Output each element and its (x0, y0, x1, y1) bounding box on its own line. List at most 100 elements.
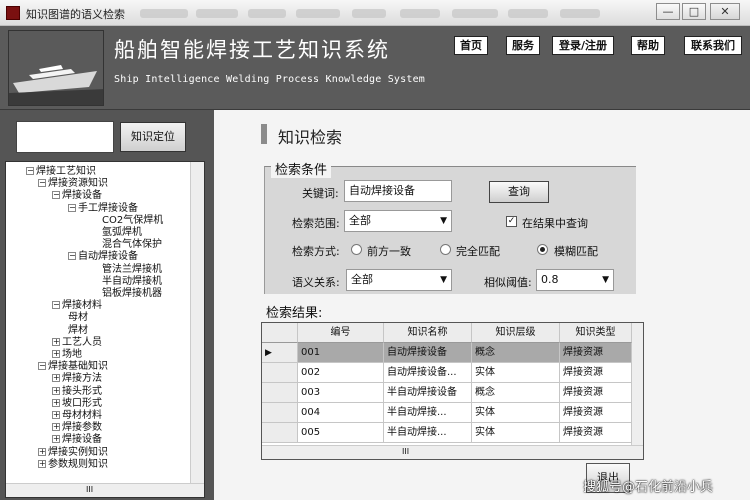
mode-radio-fuzzy[interactable] (537, 244, 548, 255)
minimize-button[interactable]: — (656, 3, 680, 20)
keyword-input[interactable]: 自动焊接设备 (344, 180, 452, 202)
table-cell[interactable]: 003 (298, 383, 384, 403)
nav-services[interactable]: 服务 (506, 36, 540, 55)
knowledge-tree[interactable]: III − 焊接工艺知识 − 焊接资源知识 − 焊接设备 − 手工焊接设备 CO2气保焊机 氩弧焊… (5, 161, 205, 498)
expand-icon[interactable]: + (38, 459, 46, 468)
in-results-checkbox[interactable]: ✓ (506, 216, 517, 227)
table-cell[interactable]: 半自动焊接... (384, 403, 472, 423)
table-row[interactable]: 004 半自动焊接... 实体 焊接资源 (262, 403, 632, 423)
tree-node[interactable]: 半自动焊接机 (102, 276, 162, 287)
expand-icon[interactable]: + (52, 435, 60, 444)
grid-horizontal-scrollbar[interactable]: III (262, 445, 643, 459)
nav-login-register[interactable]: 登录/注册 (552, 36, 614, 55)
table-cell[interactable]: 自动焊接设备 (384, 343, 472, 363)
table-cell[interactable]: 焊接资源 (560, 423, 632, 443)
tree-node[interactable]: + 坡口形式 (52, 398, 102, 409)
table-cell[interactable]: 焊接资源 (560, 403, 632, 423)
tree-node[interactable]: + 母材材料 (52, 410, 102, 421)
table-cell[interactable]: 002 (298, 363, 384, 383)
tree-node[interactable]: − 手工焊接设备 (68, 203, 138, 214)
tree-node[interactable]: 母材 (68, 312, 88, 323)
tree-node[interactable]: − 焊接材料 (52, 300, 102, 311)
tree-node[interactable]: 焊材 (68, 325, 88, 336)
locate-button[interactable]: 知识定位 (120, 122, 186, 152)
table-cell[interactable]: 焊接资源 (560, 343, 632, 363)
table-row[interactable]: 005 半自动焊接... 实体 焊接资源 (262, 423, 632, 443)
expand-icon[interactable]: + (52, 350, 60, 358)
collapse-icon[interactable]: − (38, 362, 46, 371)
row-header-cell[interactable] (262, 383, 298, 403)
tree-node[interactable]: − 焊接设备 (52, 190, 102, 201)
tree-node[interactable]: + 工艺人员 (52, 337, 102, 348)
tree-node[interactable]: + 参数规则知识 (38, 459, 108, 470)
tree-node[interactable]: + 焊接设备 (52, 434, 102, 445)
table-cell[interactable]: 自动焊接设备... (384, 363, 472, 383)
table-cell[interactable]: 半自动焊接... (384, 423, 472, 443)
table-row[interactable]: ▶ 001 自动焊接设备 概念 焊接资源 (262, 343, 632, 363)
relation-select[interactable]: 全部 ▼ (346, 269, 452, 291)
tree-node[interactable]: CO2气保焊机 (102, 215, 163, 226)
expand-icon[interactable]: + (52, 374, 60, 383)
tree-node[interactable]: + 焊接实例知识 (38, 447, 108, 458)
collapse-icon[interactable]: − (38, 179, 46, 188)
scope-select[interactable]: 全部 ▼ (344, 210, 452, 232)
table-cell[interactable]: 实体 (472, 363, 560, 383)
tree-node[interactable]: + 焊接方法 (52, 373, 102, 384)
table-cell[interactable]: 焊接资源 (560, 363, 632, 383)
tree-node[interactable]: + 接头形式 (52, 386, 102, 397)
collapse-icon[interactable]: − (68, 252, 76, 261)
results-grid[interactable]: III 编号 知识名称 知识层级 知识类型 ▶ 001 自动焊接设备 概念 焊接资源 002 自动焊… (261, 322, 644, 460)
tree-node[interactable]: − 焊接工艺知识 (26, 166, 96, 177)
tree-node[interactable]: − 焊接资源知识 (38, 178, 108, 189)
tree-node[interactable]: + 场地 (52, 349, 82, 360)
expand-icon[interactable]: + (52, 411, 60, 419)
expand-icon[interactable]: + (52, 386, 60, 395)
tree-node[interactable]: 铝板焊接机器 (102, 288, 162, 299)
collapse-icon[interactable]: − (26, 167, 34, 175)
collapse-icon[interactable]: − (52, 191, 60, 200)
row-selector-arrow-icon[interactable]: ▶ (262, 343, 298, 363)
tree-node[interactable]: + 焊接参数 (52, 422, 102, 433)
nav-contact[interactable]: 联系我们 (684, 36, 742, 55)
table-row[interactable]: 002 自动焊接设备... 实体 焊接资源 (262, 363, 632, 383)
tree-node[interactable]: − 焊接基础知识 (38, 361, 108, 372)
table-cell[interactable]: 概念 (472, 343, 560, 363)
table-cell[interactable]: 概念 (472, 383, 560, 403)
collapse-icon[interactable]: − (52, 301, 60, 310)
tree-node[interactable]: 混合气体保护 (102, 239, 162, 250)
table-cell[interactable]: 半自动焊接设备 (384, 383, 472, 403)
expand-icon[interactable]: + (52, 423, 60, 432)
table-cell[interactable]: 实体 (472, 423, 560, 443)
maximize-button[interactable]: □ (682, 3, 706, 20)
grid-vertical-scrollbar[interactable] (631, 323, 643, 446)
expand-icon[interactable]: + (52, 337, 60, 346)
column-header[interactable]: 编号 (298, 323, 384, 343)
expand-icon[interactable]: + (38, 447, 46, 456)
table-cell[interactable]: 001 (298, 343, 384, 363)
row-header-cell[interactable] (262, 363, 298, 383)
nav-help[interactable]: 帮助 (631, 36, 665, 55)
nav-home[interactable]: 首页 (454, 36, 488, 55)
table-cell[interactable]: 004 (298, 403, 384, 423)
table-cell[interactable]: 005 (298, 423, 384, 443)
table-cell[interactable]: 实体 (472, 403, 560, 423)
row-header-cell[interactable] (262, 403, 298, 423)
column-header[interactable]: 知识层级 (472, 323, 560, 343)
tree-node[interactable]: − 自动焊接设备 (68, 251, 138, 262)
threshold-select[interactable]: 0.8 ▼ (536, 269, 614, 291)
tree-node[interactable]: 氩弧焊机 (102, 227, 142, 238)
mode-radio-exact[interactable] (440, 244, 451, 255)
tree-horizontal-scrollbar[interactable]: III (6, 483, 204, 497)
collapse-icon[interactable]: − (68, 203, 76, 212)
close-button[interactable]: ✕ (710, 3, 740, 20)
table-row[interactable]: 003 半自动焊接设备 概念 焊接资源 (262, 383, 632, 403)
column-header[interactable]: 知识名称 (384, 323, 472, 343)
table-cell[interactable]: 焊接资源 (560, 383, 632, 403)
tree-node[interactable]: 管法兰焊接机 (102, 264, 162, 275)
locate-search-input[interactable] (16, 121, 114, 153)
tree-vertical-scrollbar[interactable] (190, 162, 204, 484)
query-button[interactable]: 查询 (489, 181, 549, 203)
column-header[interactable]: 知识类型 (560, 323, 632, 343)
mode-radio-prefix[interactable] (351, 244, 362, 255)
expand-icon[interactable]: + (52, 398, 60, 407)
